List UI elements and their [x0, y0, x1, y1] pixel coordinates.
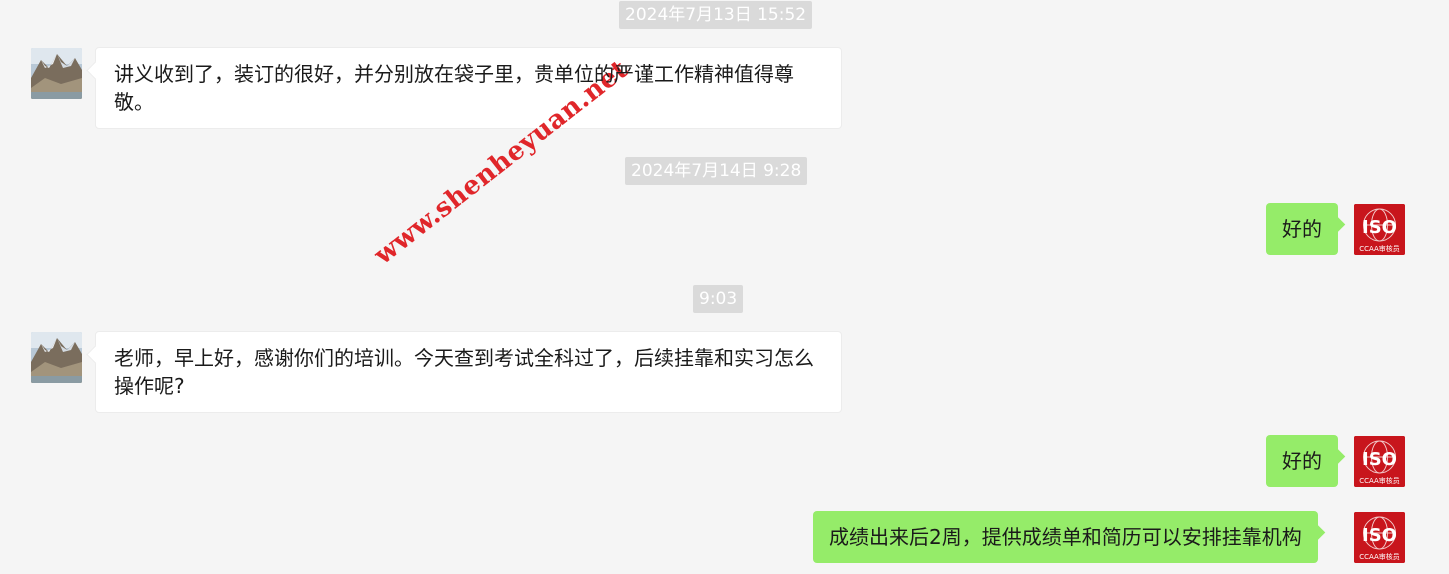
- message-text: 老师，早上好，感谢你们的培训。今天查到考试全科过了，后续挂靠和实习怎么操作呢?: [114, 346, 814, 398]
- mountain-landscape-icon: [31, 48, 82, 99]
- message-bubble-outgoing[interactable]: 成绩出来后2周，提供成绩单和简历可以安排挂靠机构: [813, 511, 1318, 563]
- user-avatar[interactable]: ISO CCAA审核员: [1354, 512, 1405, 563]
- user-avatar[interactable]: ISO CCAA审核员: [1354, 436, 1405, 487]
- message-bubble-outgoing[interactable]: 好的: [1266, 435, 1338, 487]
- message-bubble-outgoing[interactable]: 好的: [1266, 203, 1338, 255]
- contact-avatar[interactable]: [31, 332, 82, 383]
- iso-logo-icon: ISO CCAA审核员: [1354, 512, 1405, 563]
- chat-window: 2024年7月13日 15:52 讲义收到了，装订的很好，并分别放在袋子里，贵单…: [0, 0, 1449, 574]
- message-bubble-incoming[interactable]: 老师，早上好，感谢你们的培训。今天查到考试全科过了，后续挂靠和实习怎么操作呢?: [95, 331, 842, 413]
- message-text: 好的: [1282, 217, 1322, 241]
- timestamp: 9:03: [693, 285, 744, 313]
- svg-text:ISO: ISO: [1362, 525, 1397, 546]
- svg-text:CCAA审核员: CCAA审核员: [1359, 244, 1400, 253]
- iso-logo-icon: ISO CCAA审核员: [1354, 204, 1405, 255]
- svg-text:ISO: ISO: [1362, 449, 1397, 470]
- mountain-landscape-icon: [31, 332, 82, 383]
- user-avatar[interactable]: ISO CCAA审核员: [1354, 204, 1405, 255]
- contact-avatar[interactable]: [31, 48, 82, 99]
- message-bubble-incoming[interactable]: 讲义收到了，装订的很好，并分别放在袋子里，贵单位的严谨工作精神值得尊敬。: [95, 47, 842, 129]
- iso-logo-icon: ISO CCAA审核员: [1354, 436, 1405, 487]
- svg-text:CCAA审核员: CCAA审核员: [1359, 476, 1400, 485]
- svg-text:CCAA审核员: CCAA审核员: [1359, 552, 1400, 561]
- timestamp: 2024年7月14日 9:28: [625, 157, 808, 185]
- timestamp: 2024年7月13日 15:52: [619, 1, 813, 29]
- message-text: 成绩出来后2周，提供成绩单和简历可以安排挂靠机构: [829, 525, 1302, 549]
- message-text: 好的: [1282, 449, 1322, 473]
- svg-text:ISO: ISO: [1362, 217, 1397, 238]
- message-text: 讲义收到了，装订的很好，并分别放在袋子里，贵单位的严谨工作精神值得尊敬。: [114, 62, 794, 114]
